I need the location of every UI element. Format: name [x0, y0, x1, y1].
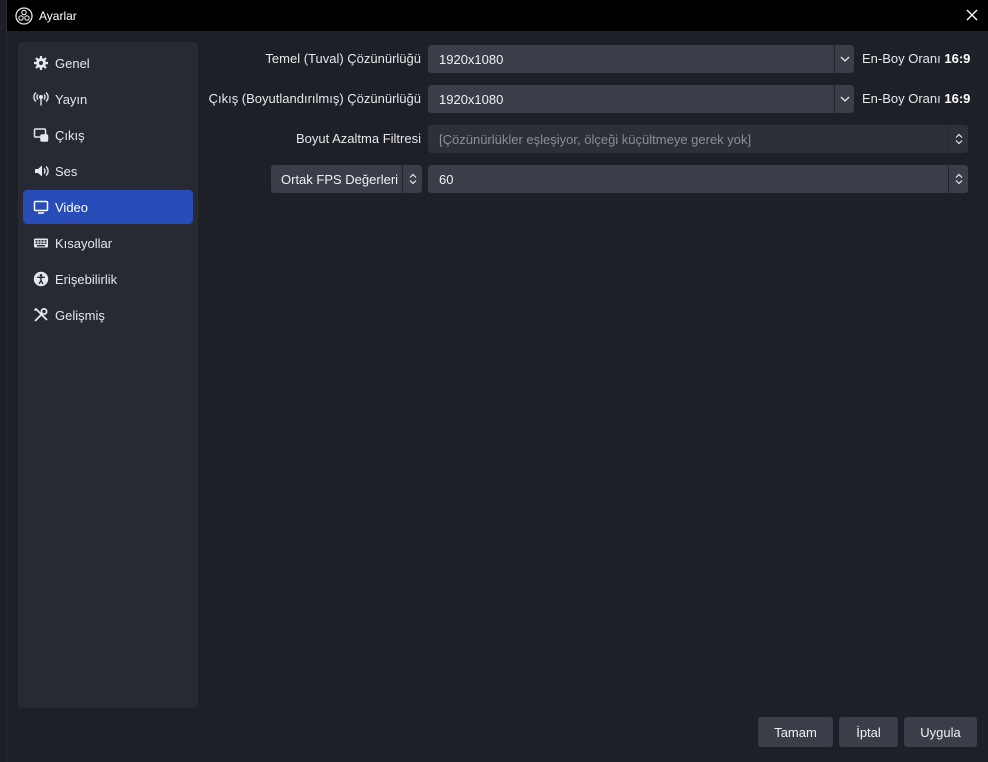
sidebar-item-audio[interactable]: Ses — [23, 154, 193, 188]
close-button[interactable] — [961, 4, 983, 26]
title-bar: Ayarlar — [7, 0, 988, 31]
close-icon — [966, 9, 978, 21]
fps-type-value: Ortak FPS Değerleri — [281, 171, 399, 187]
ok-button[interactable]: Tamam — [758, 717, 833, 747]
settings-sidebar: Genel Yayın Çıkış Ses Video Kısayollar E… — [18, 42, 198, 708]
updown-arrows-icon — [948, 125, 968, 153]
sidebar-item-accessibility[interactable]: Erişebilirlik — [23, 262, 193, 296]
downscale-filter-value: [Çözünürlükler eşleşiyor, ölçeği küçültm… — [439, 131, 752, 147]
base-aspect-ratio: En-Boy Oranı 16:9 — [862, 51, 970, 66]
sidebar-item-label: Kısayollar — [55, 235, 113, 251]
downscale-filter-label: Boyut Azaltma Filtresi — [296, 131, 421, 146]
speaker-icon — [32, 163, 49, 180]
keyboard-icon — [32, 235, 49, 252]
updown-arrows-icon — [948, 165, 968, 193]
settings-window: Ayarlar Genel Yayın Çıkış Ses Video Kısa… — [6, 0, 988, 762]
base-resolution-value: 1920x1080 — [439, 51, 504, 67]
output-icon — [32, 127, 49, 144]
sidebar-item-label: Gelişmiş — [55, 307, 105, 323]
aspect-ratio-value: 16:9 — [944, 91, 971, 106]
monitor-icon — [32, 199, 49, 216]
sidebar-item-advanced[interactable]: Gelişmiş — [23, 298, 193, 332]
base-resolution-combo[interactable]: 1920x1080 — [428, 45, 854, 73]
chevron-down-icon — [834, 45, 854, 73]
gear-icon — [32, 55, 49, 72]
sidebar-item-video[interactable]: Video — [23, 190, 193, 224]
aspect-ratio-label: En-Boy Oranı — [862, 91, 941, 106]
sidebar-item-label: Yayın — [55, 91, 88, 107]
aspect-ratio-label: En-Boy Oranı — [862, 51, 941, 66]
tools-icon — [32, 307, 49, 324]
base-resolution-label: Temel (Tuval) Çözünürlüğü — [265, 51, 421, 66]
sidebar-item-general[interactable]: Genel — [23, 46, 193, 80]
cancel-button[interactable]: İptal — [839, 717, 898, 747]
sidebar-item-label: Genel — [55, 55, 90, 71]
sidebar-item-stream[interactable]: Yayın — [23, 82, 193, 116]
accessibility-icon — [32, 271, 49, 288]
obs-logo-icon — [15, 6, 33, 25]
chevron-down-icon — [834, 85, 854, 113]
output-resolution-value: 1920x1080 — [439, 91, 504, 107]
output-aspect-ratio: En-Boy Oranı 16:9 — [862, 91, 970, 106]
fps-value: 60 — [439, 171, 454, 187]
downscale-filter-combo[interactable]: [Çözünürlükler eşleşiyor, ölçeği küçültm… — [428, 125, 968, 153]
fps-type-select[interactable]: Ortak FPS Değerleri — [271, 165, 422, 193]
window-title: Ayarlar — [39, 8, 77, 23]
aspect-ratio-value: 16:9 — [944, 51, 971, 66]
updown-arrows-icon — [402, 165, 422, 193]
sidebar-item-label: Video — [55, 199, 89, 215]
output-resolution-label: Çıkış (Boyutlandırılmış) Çözünürlüğü — [208, 91, 421, 106]
fps-value-combo[interactable]: 60 — [428, 165, 968, 193]
sidebar-item-label: Erişebilirlik — [55, 271, 118, 287]
antenna-icon — [32, 91, 49, 108]
output-resolution-combo[interactable]: 1920x1080 — [428, 85, 854, 113]
apply-button[interactable]: Uygula — [904, 717, 977, 747]
sidebar-item-label: Çıkış — [55, 127, 85, 143]
sidebar-item-hotkeys[interactable]: Kısayollar — [23, 226, 193, 260]
sidebar-item-output[interactable]: Çıkış — [23, 118, 193, 152]
sidebar-item-label: Ses — [55, 163, 78, 179]
